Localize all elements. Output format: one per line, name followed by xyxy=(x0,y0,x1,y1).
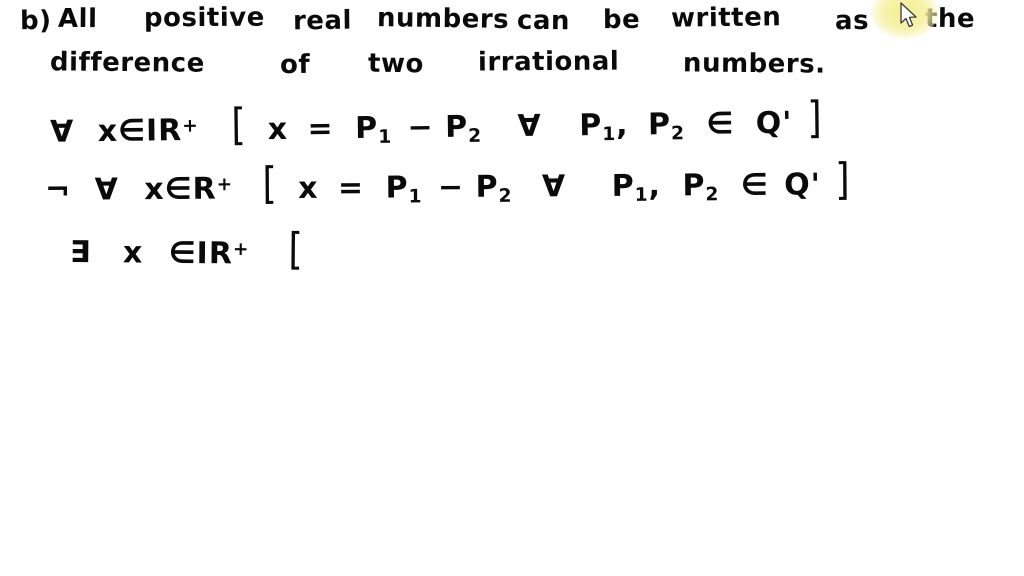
element-of-icon-2: ∈ xyxy=(740,167,769,203)
math-line3-domain: ∈IR xyxy=(168,235,234,272)
math-line2-P-b: P xyxy=(475,169,499,205)
math-line2-sub-1a: 1 xyxy=(408,186,423,208)
math-line2-sub-2b: 2 xyxy=(705,184,720,206)
math-line1-P-b: P xyxy=(444,109,469,145)
prose-line1-word-4: numbers xyxy=(376,3,510,35)
element-of-icon: ∈ xyxy=(706,106,735,142)
prose-line2-word-1: of xyxy=(279,49,311,81)
math-line3-var-x: x xyxy=(122,235,144,271)
math-line2-sub-1b: 1 xyxy=(634,184,649,206)
math-line2-domain: x∈R xyxy=(144,171,217,208)
prose-line1-word-6: be xyxy=(602,4,641,36)
prose-line1-word-7: written xyxy=(670,2,782,34)
prose-line1-word-0: b) xyxy=(19,5,52,37)
math-line1-sub-2a: 2 xyxy=(468,125,483,147)
prose-line2-word-0: difference xyxy=(49,47,205,79)
forall-icon-4: ∀ xyxy=(541,169,567,205)
irrationals-set: Q' xyxy=(755,105,793,142)
math-line2-P-a: P xyxy=(385,170,409,206)
math-line2-comma: , xyxy=(648,168,662,204)
math-line1-plus-sup: + xyxy=(182,115,199,137)
math-line1-minus: − xyxy=(407,110,434,146)
math-line2-equals: = xyxy=(337,170,365,206)
math-line1-P-c: P xyxy=(578,107,603,144)
math-line1: ∀ x∈IR+ [ x = P1 − P2 ∀ P1, P2 ∈ Q' ] xyxy=(50,93,824,152)
math-line2-P-d: P xyxy=(682,168,706,204)
forall-icon-2: ∀ xyxy=(517,108,542,145)
bracket-open-icon-3: [ xyxy=(288,224,304,276)
prose-line1-word-8: as xyxy=(834,5,870,37)
prose-line1-word-9: the xyxy=(924,3,976,35)
math-line1-equals: = xyxy=(307,111,334,147)
mouse-cursor-arrow-icon xyxy=(900,2,920,30)
math-line2-sub-2a: 2 xyxy=(498,185,513,207)
prose-line2-word-4: numbers. xyxy=(682,48,826,80)
math-line1-sub-1a: 1 xyxy=(378,126,393,148)
bracket-open-icon: [ xyxy=(231,100,248,151)
math-line1-comma: , xyxy=(615,107,629,143)
prose-line1-word-2: positive xyxy=(143,2,265,34)
math-line2: ¬ ∀ x∈R+ [ x = P1 − P2 ∀ P1, P2 ∈ Q' ] xyxy=(45,155,853,211)
prose-line2-word-3: irrational xyxy=(477,46,620,78)
prose-line1-word-3: real xyxy=(292,5,353,37)
negation-icon: ¬ xyxy=(44,172,72,208)
math-line2-minus: − xyxy=(437,169,465,206)
prose-line1-word-1: All xyxy=(57,3,98,35)
forall-icon-3: ∀ xyxy=(94,172,119,208)
bracket-close-icon: ] xyxy=(806,93,823,144)
irrationals-set-2: Q' xyxy=(784,167,822,203)
math-line2-plus-sup: + xyxy=(216,174,234,196)
forall-icon: ∀ xyxy=(49,114,75,150)
math-line1-domain: x∈IR xyxy=(97,113,183,150)
math-line1-sub-2b: 2 xyxy=(670,123,686,145)
math-line2-P-c: P xyxy=(611,168,635,204)
prose-line1-word-5: can xyxy=(516,5,571,37)
prose-line2-word-2: two xyxy=(367,48,425,80)
bracket-close-icon-2: ] xyxy=(835,155,852,206)
handwritten-page: b) All positive real numbers can be writ… xyxy=(0,0,1024,576)
exists-icon: ∃ xyxy=(69,234,92,271)
bracket-open-icon-2: [ xyxy=(261,159,278,210)
math-line3-plus-sup: + xyxy=(232,239,250,261)
math-line2-var-x: x xyxy=(298,170,319,207)
math-line1-P-d: P xyxy=(647,107,672,143)
math-line1-var-x: x xyxy=(267,111,289,148)
math-line1-sub-1b: 1 xyxy=(602,124,617,146)
math-line3: ∃ x ∈IR+ [ xyxy=(70,223,305,275)
math-line1-P-a: P xyxy=(354,110,379,146)
